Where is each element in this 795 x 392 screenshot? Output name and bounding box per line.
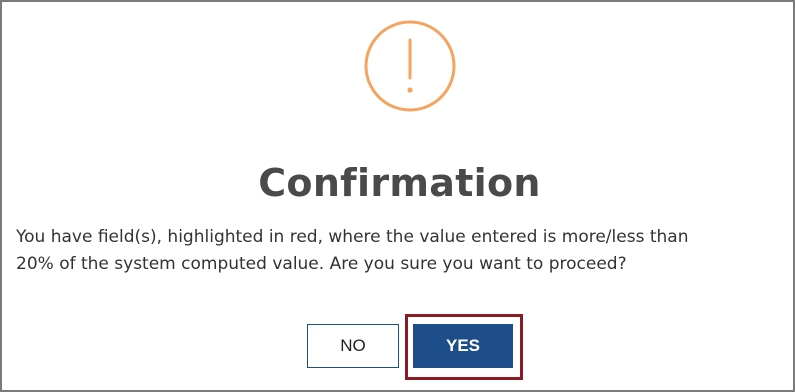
confirmation-dialog: Confirmation You have field(s), highligh…: [0, 0, 795, 392]
dialog-message-line: You have field(s), highlighted in red, w…: [16, 227, 689, 247]
dialog-message: You have field(s), highlighted in red, w…: [16, 224, 788, 278]
exclamation-circle-icon: [364, 20, 456, 112]
yes-button[interactable]: YES: [413, 324, 513, 368]
dialog-message-line: 20% of the system computed value. Are yo…: [16, 254, 627, 274]
no-button[interactable]: NO: [307, 324, 399, 368]
dialog-title: Confirmation: [258, 161, 541, 205]
